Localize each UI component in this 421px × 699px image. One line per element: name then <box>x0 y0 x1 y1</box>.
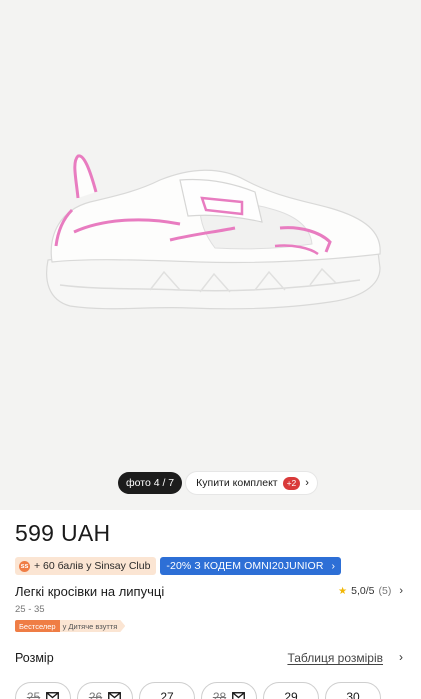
mail-notify-icon <box>46 692 60 699</box>
kit-count-badge: +2 <box>282 476 301 490</box>
size-number: 25 <box>26 690 41 699</box>
size-number: 30 <box>346 690 360 699</box>
size-number: 27 <box>160 690 174 699</box>
photo-counter: фото 4 / 7 <box>118 472 183 494</box>
product-rating[interactable]: ★ 5,0/5 (5) › <box>338 585 403 597</box>
product-price: 599 UAH <box>15 520 111 546</box>
size-table-link[interactable]: Таблиця розмірів <box>287 651 383 665</box>
buy-kit-label: Купити комплект <box>196 477 278 489</box>
coupon-text: -20% З КОДЕМ OMNI20JUNIOR <box>166 560 324 572</box>
club-points-text: + 60 балів у Sinsay Club <box>34 560 151 572</box>
mail-notify-icon <box>232 692 246 699</box>
sinsay-club-badge[interactable]: ss + 60 балів у Sinsay Club <box>15 557 157 575</box>
sinsay-club-icon: ss <box>19 560 30 572</box>
photo-counter-text: фото 4 / 7 <box>126 477 175 489</box>
size-section-label: Розмір <box>15 651 54 665</box>
bestseller-tag: Бестселер <box>15 620 60 632</box>
chevron-right-icon: › <box>399 650 403 664</box>
size-number: 29 <box>284 690 298 699</box>
product-tags[interactable]: Бестселер у Дитяче взуття <box>15 620 125 632</box>
category-tag[interactable]: у Дитяче взуття <box>60 620 126 632</box>
star-icon: ★ <box>338 585 348 597</box>
size-option-27[interactable]: 27 <box>139 682 195 699</box>
product-title: Легкі кросівки на липучці <box>15 584 165 599</box>
rating-count: (5) <box>378 585 392 597</box>
size-number: 28 <box>212 690 227 699</box>
size-number: 26 <box>88 690 103 699</box>
size-range-text: 25 - 35 <box>15 604 45 615</box>
mail-notify-icon <box>108 692 122 699</box>
chevron-right-icon: › <box>399 585 403 597</box>
size-selector: 25 26 27 28 29 30 <box>15 682 381 699</box>
rating-value: 5,0/5 <box>351 585 375 597</box>
chevron-right-icon: › <box>305 477 309 489</box>
chevron-right-icon: › <box>331 560 336 572</box>
sneaker-product-image <box>46 154 381 310</box>
product-image-gallery[interactable]: фото 4 / 7 Купити комплект +2 › <box>0 0 421 510</box>
size-option-30[interactable]: 30 <box>325 682 381 699</box>
size-option-28[interactable]: 28 <box>201 682 257 699</box>
buy-kit-button[interactable]: Купити комплект +2 › <box>186 472 317 494</box>
size-option-26[interactable]: 26 <box>77 682 133 699</box>
size-option-29[interactable]: 29 <box>263 682 319 699</box>
size-option-25[interactable]: 25 <box>15 682 71 699</box>
coupon-banner[interactable]: -20% З КОДЕМ OMNI20JUNIOR › <box>160 557 342 575</box>
